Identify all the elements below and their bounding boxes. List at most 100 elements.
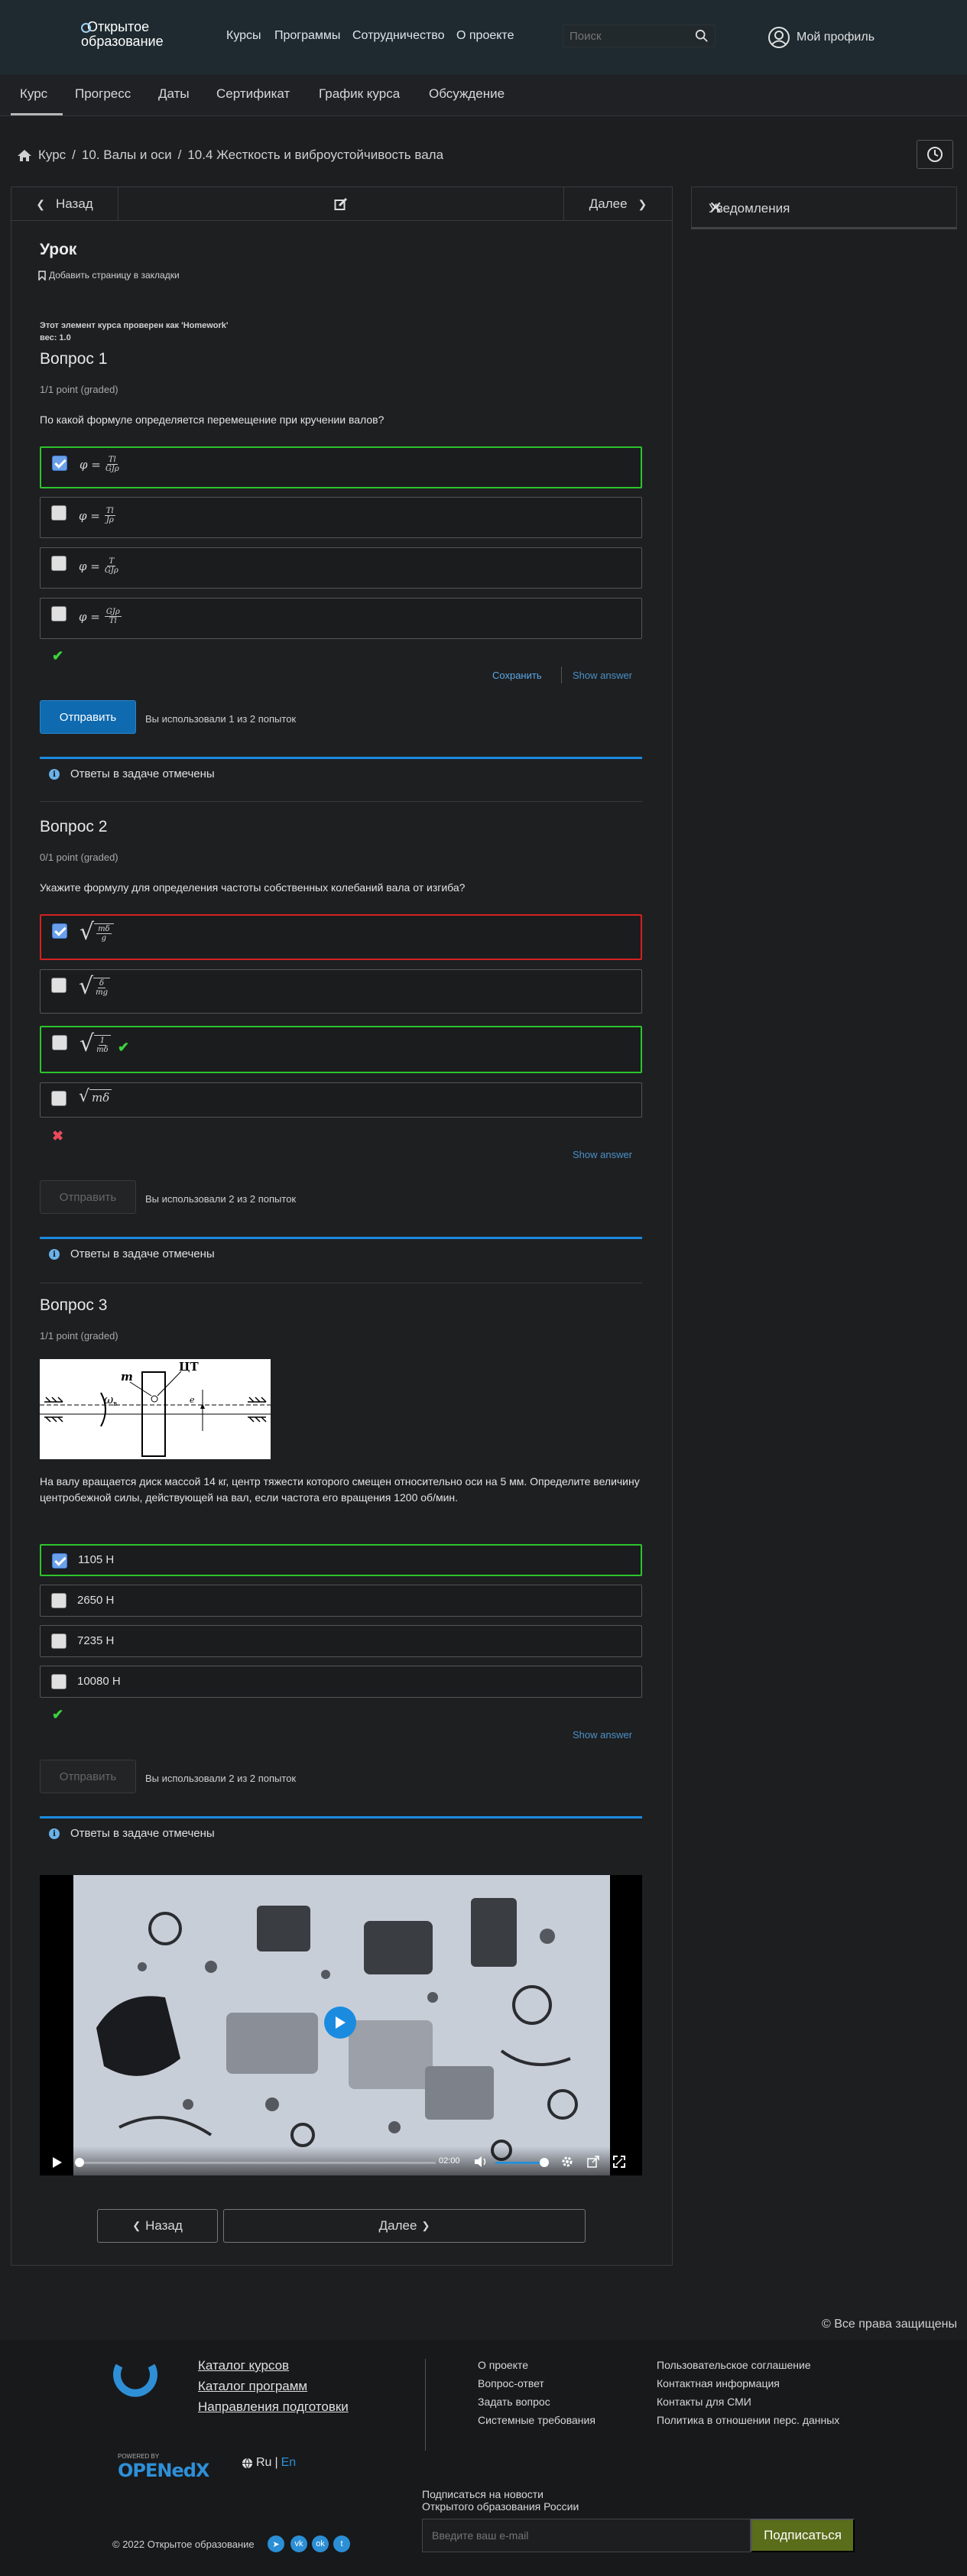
vk-icon[interactable]: vk	[290, 2535, 307, 2552]
nav-programs[interactable]: Программы	[274, 29, 340, 43]
q3-show-answer[interactable]: Show answer	[573, 1729, 632, 1741]
checkbox[interactable]	[51, 505, 67, 521]
q1-option-1[interactable]: φ = Tl GJρ	[40, 446, 642, 488]
nav-cooperation[interactable]: Сотрудничество	[352, 29, 445, 43]
active-tab-indicator	[11, 113, 63, 115]
lang-ru[interactable]: Ru	[256, 2456, 271, 2470]
video-player[interactable]: 02:00	[40, 1875, 642, 2175]
tab-course[interactable]: Курс	[20, 86, 47, 102]
footer-agreement[interactable]: Пользовательское соглашение	[657, 2359, 811, 2371]
q3-option-2[interactable]: 2650 Н	[40, 1585, 642, 1617]
footer-media-contacts[interactable]: Контакты для СМИ	[657, 2396, 751, 2408]
formula: φ = Tl GJρ	[80, 456, 119, 473]
breadcrumb-subsection[interactable]: 10.4 Жесткость и виброустойчивость вала	[187, 148, 443, 163]
q1-option-4[interactable]: φ = GJρ Tl	[40, 598, 642, 639]
play-button[interactable]	[324, 2007, 356, 2039]
tab-certificate[interactable]: Сертификат	[216, 86, 290, 102]
tab-progress[interactable]: Прогресс	[75, 86, 131, 102]
sequence-prev-button[interactable]: ❮ Назад	[11, 187, 118, 221]
sequence-unit-button[interactable]	[118, 187, 563, 221]
q2-option-4[interactable]: √ mδ	[40, 1082, 642, 1118]
checkbox[interactable]	[52, 923, 67, 939]
footer-directions[interactable]: Направления подготовки	[198, 2399, 349, 2415]
formula: φ = GJρ Tl	[79, 608, 122, 625]
q3-option-3[interactable]: 7235 Н	[40, 1625, 642, 1657]
footer-requirements[interactable]: Системные требования	[478, 2414, 595, 2426]
q1-notice: i Ответы в задаче отмечены	[40, 757, 642, 789]
tab-discussion[interactable]: Обсуждение	[429, 86, 505, 102]
q1-option-3[interactable]: φ = T GJρ	[40, 547, 642, 589]
rights-text: © Все права защищены	[822, 2318, 957, 2331]
footer-about[interactable]: О проекте	[478, 2359, 528, 2371]
q2-option-3[interactable]: √ 1 mδ ✔	[40, 1026, 642, 1073]
checkbox[interactable]	[51, 1593, 67, 1608]
checkbox[interactable]	[52, 1553, 67, 1569]
bottom-prev-button[interactable]: ❮ Назад	[97, 2209, 218, 2243]
footer-ask[interactable]: Задать вопрос	[478, 2396, 550, 2408]
progress-bar[interactable]	[76, 2162, 436, 2164]
checkbox[interactable]	[52, 1035, 67, 1050]
lang-en[interactable]: En	[281, 2456, 297, 2470]
q3-submit-button[interactable]: Отправить	[40, 1760, 136, 1793]
breadcrumb-separator: /	[72, 148, 76, 162]
q1-show-answer[interactable]: Show answer	[573, 670, 632, 681]
footer-logo-icon	[113, 2363, 157, 2397]
q2-attempts: Вы использовали 2 из 2 попыток	[145, 1193, 297, 1205]
external-link-icon[interactable]	[587, 2156, 599, 2168]
nav-about[interactable]: О проекте	[456, 29, 514, 43]
ok-icon[interactable]: ok	[312, 2535, 329, 2552]
bottom-next-button[interactable]: Далее ❯	[223, 2209, 586, 2243]
play-icon[interactable]	[52, 2156, 63, 2169]
checkbox[interactable]	[51, 1634, 67, 1649]
twitter-icon[interactable]: t	[333, 2535, 350, 2552]
progress-handle[interactable]	[75, 2158, 84, 2167]
q2-show-answer[interactable]: Show answer	[573, 1149, 632, 1160]
search-input[interactable]	[563, 25, 686, 47]
q2-option-2[interactable]: √ δ mg	[40, 969, 642, 1014]
volume-handle[interactable]	[540, 2158, 549, 2167]
subscribe-button[interactable]: Подписаться	[751, 2519, 855, 2552]
divider	[40, 801, 642, 802]
sequence-next-button[interactable]: Далее ❯	[563, 187, 672, 221]
footer-catalog-courses[interactable]: Каталог курсов	[198, 2358, 289, 2373]
q2-notice: i Ответы в задаче отмечены	[40, 1237, 642, 1269]
course-timer-button[interactable]	[917, 140, 953, 169]
tab-schedule[interactable]: График курса	[319, 86, 400, 102]
profile-link[interactable]: Мой профиль	[767, 26, 875, 49]
footer-privacy[interactable]: Политика в отношении перс. данных	[657, 2414, 839, 2426]
q1-save-button[interactable]: Сохранить	[492, 670, 542, 681]
bookmark-link[interactable]: Добавить страницу в закладки	[38, 270, 180, 281]
checkbox[interactable]	[51, 1091, 67, 1106]
fullscreen-icon[interactable]	[613, 2156, 625, 2168]
close-icon[interactable]: ✕	[709, 198, 944, 218]
q1-option-2[interactable]: φ = Tl Jρ	[40, 497, 642, 538]
checkbox[interactable]	[51, 978, 67, 993]
email-field[interactable]	[423, 2519, 750, 2552]
checkbox[interactable]	[51, 556, 67, 571]
checkbox[interactable]	[52, 456, 67, 471]
telegram-icon[interactable]: ➤	[268, 2535, 284, 2552]
volume-slider[interactable]	[495, 2162, 543, 2164]
checkbox[interactable]	[51, 606, 67, 621]
volume-icon[interactable]	[474, 2156, 488, 2168]
gear-icon[interactable]	[561, 2156, 573, 2168]
tab-dates[interactable]: Даты	[158, 86, 190, 102]
q3-attempts: Вы использовали 2 из 2 попыток	[145, 1773, 297, 1784]
q2-submit-button[interactable]: Отправить	[40, 1180, 136, 1214]
info-icon: i	[49, 1828, 60, 1839]
breadcrumb-course[interactable]: Курс	[38, 148, 66, 163]
q3-option-4[interactable]: 10080 Н	[40, 1666, 642, 1698]
site-logo[interactable]: Открытое образование	[81, 20, 180, 58]
checkbox[interactable]	[51, 1674, 67, 1689]
search-icon[interactable]	[695, 29, 709, 43]
nav-courses[interactable]: Курсы	[226, 29, 261, 43]
footer-faq[interactable]: Вопрос-ответ	[478, 2377, 544, 2389]
footer-catalog-programs[interactable]: Каталог программ	[198, 2379, 307, 2394]
q1-submit-button[interactable]: Отправить	[40, 700, 136, 734]
formula: φ = T GJρ	[79, 557, 118, 575]
footer-contacts[interactable]: Контактная информация	[657, 2377, 780, 2389]
q2-option-1[interactable]: √ mδ g	[40, 914, 642, 960]
q3-option-1[interactable]: 1105 Н	[40, 1544, 642, 1576]
chevron-left-icon: ❮	[36, 197, 45, 210]
breadcrumb-section[interactable]: 10. Валы и оси	[82, 148, 172, 163]
